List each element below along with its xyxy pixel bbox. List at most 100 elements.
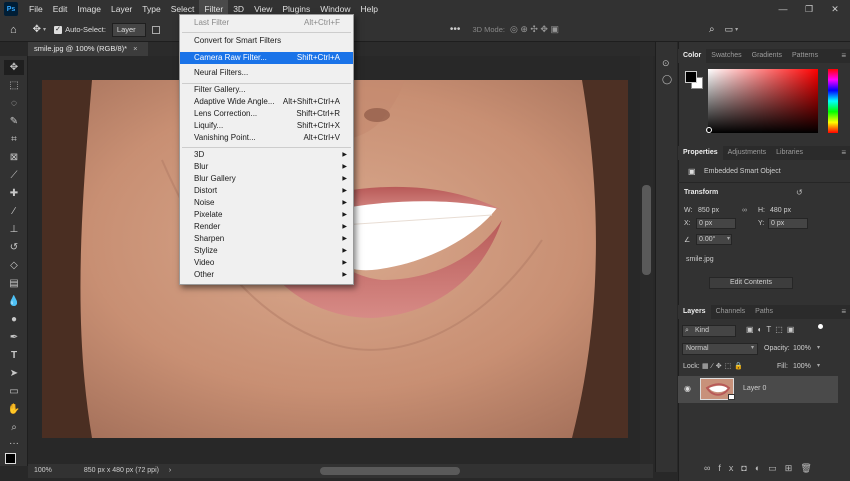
layer-name[interactable]: Layer 0 bbox=[743, 385, 766, 392]
history-brush-tool-icon[interactable]: ↺ bbox=[4, 240, 24, 255]
tab-patterns[interactable]: Patterns bbox=[787, 49, 823, 63]
transform-controls-checkbox[interactable] bbox=[151, 25, 160, 34]
w-value[interactable]: 850 px bbox=[698, 207, 719, 214]
tab-libraries[interactable]: Libraries bbox=[771, 146, 808, 160]
fill-value[interactable]: 100% bbox=[793, 363, 811, 370]
menu-item-noise[interactable]: Noise ▶ bbox=[180, 197, 353, 209]
menu-item-distort[interactable]: Distort ▶ bbox=[180, 185, 353, 197]
document-tab[interactable]: smile.jpg @ 100% (RGB/8)* × bbox=[28, 42, 148, 56]
healing-brush-tool-icon[interactable]: ✚ bbox=[4, 186, 24, 201]
brush-tool-icon[interactable]: ∕ bbox=[4, 204, 24, 219]
edit-contents-button[interactable]: Edit Contents bbox=[709, 277, 793, 289]
menu-item-liquify[interactable]: Liquify... Shift+Ctrl+X bbox=[180, 120, 353, 132]
gradient-tool-icon[interactable]: ▤ bbox=[4, 276, 24, 291]
minimize-icon[interactable]: — bbox=[770, 0, 796, 18]
frame-tool-icon[interactable]: ⊠ bbox=[4, 150, 24, 165]
chevron-down-icon[interactable]: ▾ bbox=[43, 26, 46, 33]
menu-type[interactable]: Type bbox=[137, 0, 165, 18]
auto-select-dropdown[interactable]: Layer bbox=[111, 22, 146, 37]
menu-item-other[interactable]: Other ▶ bbox=[180, 269, 353, 281]
type-tool-icon[interactable]: T bbox=[4, 348, 24, 363]
reset-icon[interactable]: ↺ bbox=[796, 188, 803, 197]
layer-filter-icons[interactable]: ▣◐T⬚▣ bbox=[746, 325, 798, 334]
menu-item-blur-gallery[interactable]: Blur Gallery ▶ bbox=[180, 173, 353, 185]
menu-item-render[interactable]: Render ▶ bbox=[180, 221, 353, 233]
pen-tool-icon[interactable]: ✒ bbox=[4, 330, 24, 345]
filter-toggle-icon[interactable] bbox=[818, 324, 823, 329]
menu-item-camera-raw-filter[interactable]: Camera Raw Filter... Shift+Ctrl+A bbox=[180, 52, 353, 64]
quick-selection-tool-icon[interactable]: ✎ bbox=[4, 114, 24, 129]
home-icon[interactable]: ⌂ bbox=[10, 24, 17, 36]
h-value[interactable]: 480 px bbox=[770, 207, 791, 214]
marquee-tool-icon[interactable]: ⬚ bbox=[4, 78, 24, 93]
restore-icon[interactable]: ❐ bbox=[796, 0, 822, 18]
foreground-color-swatch[interactable] bbox=[5, 453, 16, 464]
eyedropper-tool-icon[interactable]: ⟋ bbox=[4, 168, 24, 183]
foreground-color-chip[interactable] bbox=[685, 71, 697, 83]
tab-color[interactable]: Color bbox=[678, 49, 707, 63]
menu-file[interactable]: File bbox=[24, 0, 48, 18]
menu-item-pixelate[interactable]: Pixelate ▶ bbox=[180, 209, 353, 221]
chevron-right-icon[interactable]: › bbox=[169, 467, 171, 474]
vertical-scroll-thumb[interactable] bbox=[642, 185, 651, 275]
panel-menu-icon[interactable]: ≡ bbox=[841, 146, 846, 160]
clone-stamp-tool-icon[interactable]: ⊥ bbox=[4, 222, 24, 237]
panel-menu-icon[interactable]: ≡ bbox=[841, 49, 846, 63]
menu-image[interactable]: Image bbox=[72, 0, 106, 18]
history-icon[interactable]: ⊙ bbox=[662, 58, 670, 69]
close-tab-icon[interactable]: × bbox=[133, 44, 137, 53]
menu-item-neural-filters[interactable]: Neural Filters... bbox=[180, 67, 353, 79]
menu-item-lens-correction[interactable]: Lens Correction... Shift+Ctrl+R bbox=[180, 108, 353, 120]
chevron-down-icon[interactable]: ▾ bbox=[727, 235, 730, 242]
eraser-tool-icon[interactable]: ◇ bbox=[4, 258, 24, 273]
color-field[interactable] bbox=[708, 69, 818, 133]
menu-item-vanishing-point[interactable]: Vanishing Point... Alt+Ctrl+V bbox=[180, 132, 353, 144]
menu-layer[interactable]: Layer bbox=[106, 0, 137, 18]
3d-orbit-icon[interactable]: ◎ ⊕ ✣ ✥ ▣ bbox=[510, 24, 559, 35]
search-icon[interactable]: ⌕ bbox=[709, 24, 715, 35]
tab-paths[interactable]: Paths bbox=[750, 305, 778, 319]
zoom-tool-icon[interactable]: ⌕ bbox=[4, 420, 24, 435]
opacity-value[interactable]: 100% bbox=[793, 345, 811, 352]
lasso-tool-icon[interactable]: ◌ bbox=[4, 96, 24, 111]
hand-tool-icon[interactable]: ✋ bbox=[4, 402, 24, 417]
zoom-level[interactable]: 100% bbox=[34, 467, 52, 474]
tab-properties[interactable]: Properties bbox=[678, 146, 723, 160]
blur-tool-icon[interactable]: 💧 bbox=[4, 294, 24, 309]
move-tool-icon[interactable]: ✥ bbox=[4, 60, 24, 75]
close-icon[interactable]: ✕ bbox=[822, 0, 848, 18]
color-picker-marker[interactable] bbox=[706, 127, 712, 133]
menu-item-filter-gallery[interactable]: Filter Gallery... bbox=[180, 84, 353, 96]
menu-item-stylize[interactable]: Stylize ▶ bbox=[180, 245, 353, 257]
comments-icon[interactable]: ◯ bbox=[662, 74, 672, 85]
horizontal-scroll-thumb[interactable] bbox=[320, 467, 460, 475]
tab-channels[interactable]: Channels bbox=[711, 305, 751, 319]
crop-tool-icon[interactable]: ⌗ bbox=[4, 132, 24, 147]
menu-edit[interactable]: Edit bbox=[48, 0, 73, 18]
menu-item-adaptive-wide-angle[interactable]: Adaptive Wide Angle... Alt+Shift+Ctrl+A bbox=[180, 96, 353, 108]
layer-actions-icons[interactable]: ∞fx◘◐▭⊞🗑 bbox=[704, 463, 820, 474]
chevron-down-icon[interactable]: ▾ bbox=[817, 344, 820, 351]
move-tool-preset-icon[interactable]: ✥ bbox=[33, 24, 41, 35]
menu-item-3d[interactable]: 3D ▶ bbox=[180, 149, 353, 161]
path-selection-tool-icon[interactable]: ➤ bbox=[4, 366, 24, 381]
lock-icons[interactable]: ▦∕✥⬚🔒 bbox=[702, 362, 746, 370]
distribute-icon[interactable]: ••• bbox=[450, 24, 461, 35]
dodge-tool-icon[interactable]: ● bbox=[4, 312, 24, 327]
menu-help[interactable]: Help bbox=[355, 0, 382, 18]
chevron-down-icon[interactable]: ▾ bbox=[735, 26, 738, 33]
workspace-icon[interactable]: ▭ bbox=[725, 24, 734, 35]
panel-menu-icon[interactable]: ≡ bbox=[841, 305, 846, 319]
chevron-down-icon[interactable]: ▾ bbox=[817, 362, 820, 369]
tab-adjustments[interactable]: Adjustments bbox=[723, 146, 772, 160]
menu-item-convert-smart-filters[interactable]: Convert for Smart Filters bbox=[180, 35, 353, 47]
eye-icon[interactable]: ◉ bbox=[684, 384, 691, 393]
menu-item-sharpen[interactable]: Sharpen ▶ bbox=[180, 233, 353, 245]
rectangle-tool-icon[interactable]: ▭ bbox=[4, 384, 24, 399]
hue-slider[interactable] bbox=[828, 69, 838, 133]
tab-layers[interactable]: Layers bbox=[678, 305, 711, 319]
more-tools-icon[interactable]: ··· bbox=[4, 436, 24, 451]
tab-gradients[interactable]: Gradients bbox=[747, 49, 787, 63]
tab-swatches[interactable]: Swatches bbox=[706, 49, 746, 63]
menu-item-video[interactable]: Video ▶ bbox=[180, 257, 353, 269]
